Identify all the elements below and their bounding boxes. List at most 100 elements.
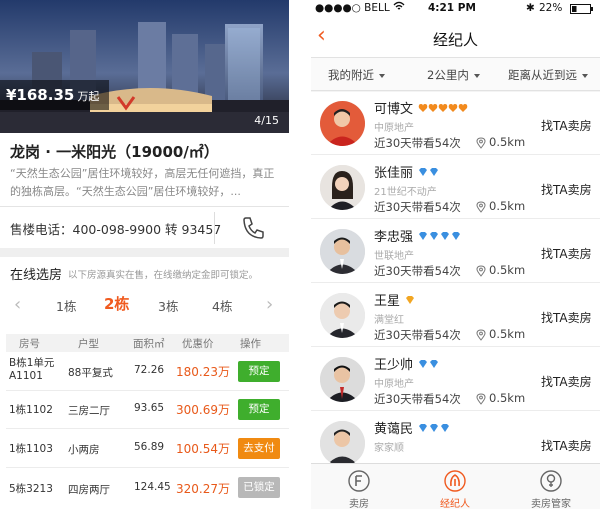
agent-row[interactable]: 李忠强 世联地产 近30天带看54次 0.5km 找TA卖房	[311, 220, 600, 283]
agent-row[interactable]: 王少帅 中原地产 近30天带看54次 0.5km 找TA卖房	[311, 348, 600, 411]
find-agent-button[interactable]: 找TA卖房	[541, 309, 592, 326]
agent-distance: 0.5km	[489, 135, 526, 149]
diamond-rating-icon	[418, 166, 440, 181]
tab-label: 卖房管家	[531, 499, 571, 509]
table-row: 1栋1102 三房二厅 93.65 300.69万 预定	[6, 391, 289, 429]
agent-list-screen: ●●●●○ BELL 4:21 PM ✱ 22% ‹ 经纪人 我的附近 2公里内…	[311, 0, 600, 509]
agent-name: 王少帅	[374, 358, 414, 373]
reserve-button[interactable]: 预定	[238, 399, 280, 420]
find-agent-button[interactable]: 找TA卖房	[541, 117, 592, 134]
location-pin-icon	[476, 137, 486, 149]
column-header: 房号	[19, 338, 40, 350]
diamond-rating-icon	[418, 358, 440, 373]
tab-sell-house[interactable]: 卖房	[311, 464, 407, 509]
filter-nearby[interactable]: 我的附近	[328, 67, 385, 83]
price-unit: 万起	[77, 90, 100, 103]
photo-page-indicator: 4/15	[254, 114, 279, 127]
column-header: 优惠价	[182, 338, 214, 350]
agent-list: 可博文 中原地产 近30天带看54次 0.5km 找TA卖房 张佳丽 21世纪不…	[311, 92, 600, 463]
agent-name-line: 王少帅	[374, 354, 440, 373]
room-area: 72.26	[134, 364, 165, 376]
agent-icon	[444, 470, 466, 492]
location-pin-icon	[476, 265, 486, 277]
butler-icon	[540, 470, 562, 492]
clock: 4:21 PM	[428, 2, 476, 14]
room-area: 56.89	[134, 441, 165, 453]
agent-stat: 近30天带看54次	[374, 392, 461, 406]
building-tab[interactable]: 4栋	[212, 296, 232, 315]
pay-button[interactable]: 去支付	[238, 438, 280, 459]
sales-phone[interactable]: 售楼电话：400-098-9900 转 93457	[10, 219, 221, 238]
location-pin-icon	[476, 393, 486, 405]
bluetooth-icon: ✱	[526, 2, 535, 14]
table-row: 1栋1103 小两房 56.89 100.54万 去支付	[6, 430, 289, 468]
agent-row[interactable]: 王星 满堂红 近30天带看54次 0.5km 找TA卖房	[311, 284, 600, 347]
filter-radius[interactable]: 2公里内	[427, 67, 480, 83]
avatar	[320, 357, 365, 402]
heart-rating-icon	[418, 102, 468, 117]
agent-company: 中原地产	[374, 123, 414, 134]
agent-row[interactable]: 可博文 中原地产 近30天带看54次 0.5km 找TA卖房	[311, 92, 600, 155]
room-type: 88平复式	[68, 367, 113, 379]
find-agent-button[interactable]: 找TA卖房	[541, 181, 592, 198]
room-type: 三房二厅	[68, 405, 110, 417]
table-header: 房号 户型 面积㎡ 优惠价 操作	[6, 334, 289, 352]
tab-label: 经纪人	[440, 499, 470, 509]
agent-name-line: 黄蔼民	[374, 418, 451, 437]
status-bar: ●●●●○ BELL 4:21 PM ✱ 22%	[311, 0, 600, 18]
agent-row[interactable]: 黄蔼民 家家顺 找TA卖房	[311, 412, 600, 463]
column-header: 操作	[240, 338, 261, 350]
location-pin-icon	[476, 201, 486, 213]
room-price: 100.54万	[176, 442, 230, 456]
location-pin-icon	[476, 329, 486, 341]
find-agent-button[interactable]: 找TA卖房	[541, 373, 592, 390]
room-number: B栋1单元 A1101	[9, 357, 55, 382]
agent-name-line: 王星	[374, 290, 416, 309]
locked-button: 已锁定	[238, 477, 280, 498]
room-price: 320.27万	[176, 482, 230, 496]
room-price: 180.23万	[176, 365, 230, 379]
tab-butler[interactable]: 卖房管家	[503, 464, 599, 509]
find-agent-button[interactable]: 找TA卖房	[541, 245, 592, 262]
battery-percent: 22%	[539, 2, 563, 14]
avatar	[320, 229, 365, 274]
gold-diamond-rating-icon	[405, 294, 416, 309]
section-note: 以下房源真实在售，在线缴纳定金即可锁定。	[68, 270, 259, 281]
agent-distance: 0.5km	[489, 263, 526, 277]
property-photo[interactable]: ¥168.35 万起 4/15	[0, 0, 289, 133]
diamond-rating-icon	[418, 230, 462, 245]
property-photo-image	[0, 0, 289, 133]
agent-stat: 近30天带看54次	[374, 264, 461, 278]
room-number: 1栋1102	[9, 404, 53, 416]
room-price: 300.69万	[176, 403, 230, 417]
tab-bar: 卖房 经纪人 卖房管家	[311, 463, 600, 509]
battery-icon	[570, 4, 594, 17]
agent-name-line: 张佳丽	[374, 162, 440, 181]
building-tab[interactable]: 3栋	[158, 296, 178, 315]
agent-row[interactable]: 张佳丽 21世纪不动产 近30天带看54次 0.5km 找TA卖房	[311, 156, 600, 219]
property-detail-screen: ¥168.35 万起 4/15 龙岗 · 一米阳光（19000/㎡） “天然生态…	[0, 0, 289, 509]
agent-stat: 近30天带看54次	[374, 200, 461, 214]
find-agent-button[interactable]: 找TA卖房	[541, 437, 592, 454]
price-value: ¥168.35	[6, 86, 75, 104]
column-header: 面积㎡	[133, 338, 165, 350]
room-number: 1栋1103	[9, 443, 53, 455]
section-title: 在线选房	[10, 268, 63, 283]
phone-icon[interactable]	[240, 215, 266, 241]
diamond-rating-icon	[418, 422, 451, 437]
tab-agent[interactable]: 经纪人	[407, 464, 503, 509]
reserve-button[interactable]: 预定	[238, 361, 280, 382]
filter-sort[interactable]: 距离从近到远	[508, 67, 588, 83]
divider	[214, 212, 215, 244]
building-tab[interactable]: 1栋	[56, 296, 76, 315]
chevron-right-icon[interactable]: ›	[266, 294, 273, 315]
section-gap	[0, 248, 289, 257]
filter-bar: 我的附近 2公里内 距离从近到远	[311, 58, 600, 91]
building-tab-active[interactable]: 2栋	[104, 293, 129, 314]
chevron-left-icon[interactable]: ‹	[14, 294, 21, 315]
wifi-icon	[393, 1, 405, 14]
agent-name: 黄蔼民	[374, 422, 414, 437]
room-area: 124.45	[134, 481, 171, 493]
agent-name: 可博文	[374, 102, 414, 117]
nav-bar: ‹ 经纪人	[311, 18, 600, 58]
